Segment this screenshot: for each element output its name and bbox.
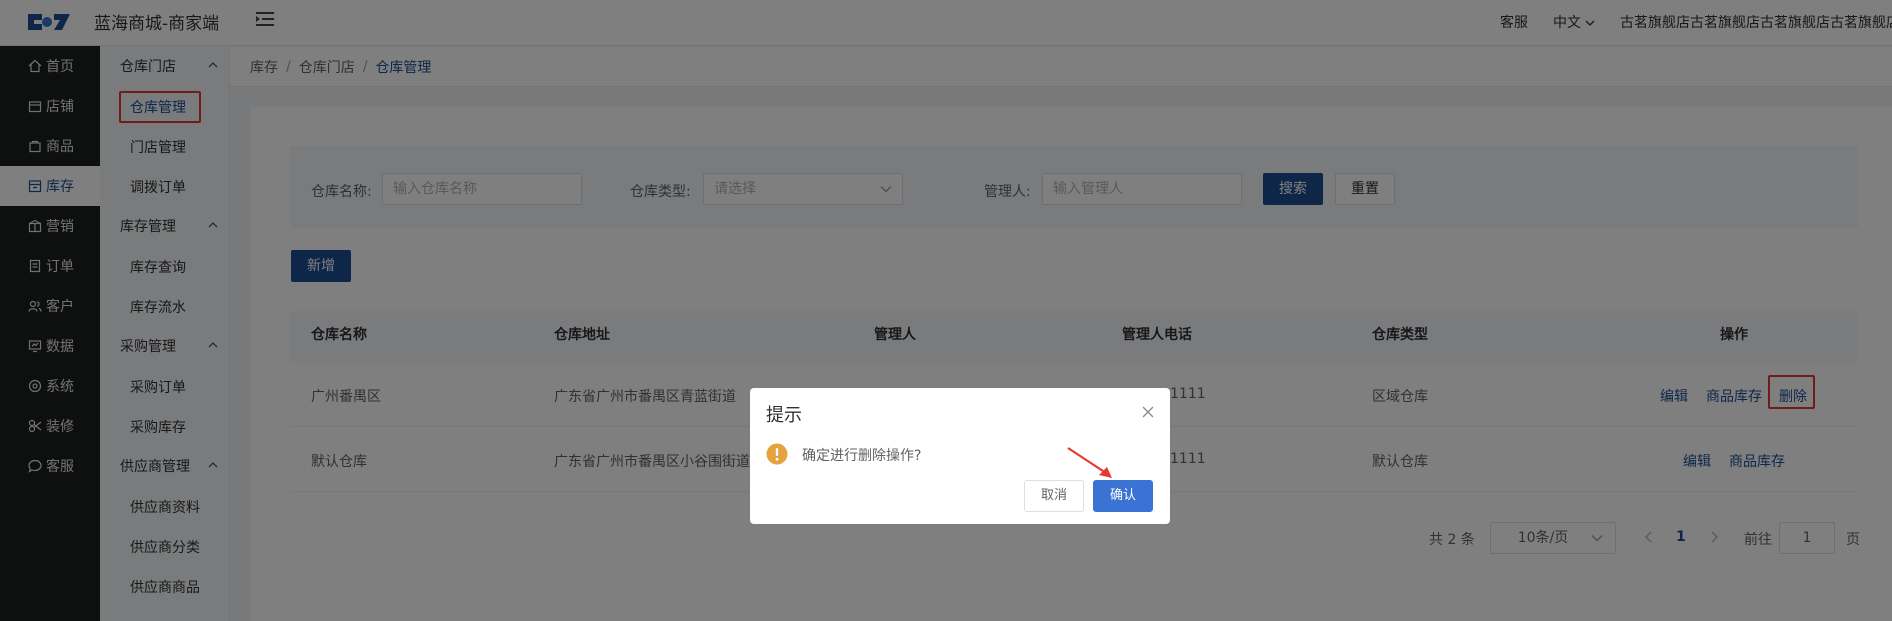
warning-icon <box>766 443 788 465</box>
cancel-button[interactable]: 取消 <box>1024 480 1084 512</box>
confirm-button[interactable]: 确认 <box>1093 480 1153 512</box>
modal-overlay[interactable] <box>0 0 1892 621</box>
dialog-title: 提示 <box>766 405 802 426</box>
dialog-message: 确定进行删除操作? <box>802 448 922 464</box>
annotation-arrow-icon <box>1067 447 1112 478</box>
close-icon[interactable] <box>1141 405 1155 419</box>
